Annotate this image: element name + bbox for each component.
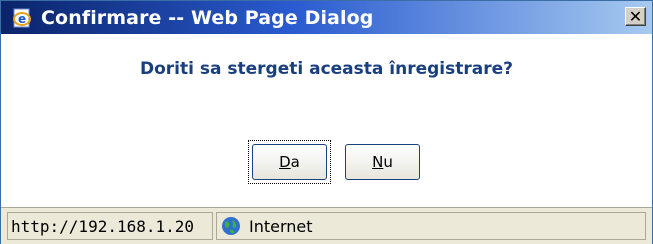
no-button-label: u xyxy=(383,153,393,171)
yes-button[interactable]: Da xyxy=(252,144,327,180)
globe-icon xyxy=(222,217,240,235)
title-bar[interactable]: e Confirmare -- Web Page Dialog ✕ xyxy=(1,1,652,34)
security-zone[interactable]: Internet xyxy=(216,212,646,240)
svg-text:e: e xyxy=(18,12,26,26)
window-title: Confirmare -- Web Page Dialog xyxy=(41,6,374,29)
yes-button-label: a xyxy=(290,153,300,171)
yes-button-accel: D xyxy=(279,153,291,171)
zone-label: Internet xyxy=(249,216,313,236)
status-url: http://192.168.1.20 xyxy=(7,212,213,240)
close-icon: ✕ xyxy=(628,6,643,26)
confirm-message: Doriti sa stergeti aceasta înregistrare? xyxy=(139,59,513,79)
status-bar: http://192.168.1.20 Internet xyxy=(1,207,652,244)
no-button[interactable]: Nu xyxy=(345,144,420,180)
confirm-dialog: e Confirmare -- Web Page Dialog ✕ Doriti… xyxy=(0,0,653,244)
close-button[interactable]: ✕ xyxy=(625,7,646,26)
no-button-accel: N xyxy=(372,153,384,171)
ie-page-icon: e xyxy=(13,8,31,27)
